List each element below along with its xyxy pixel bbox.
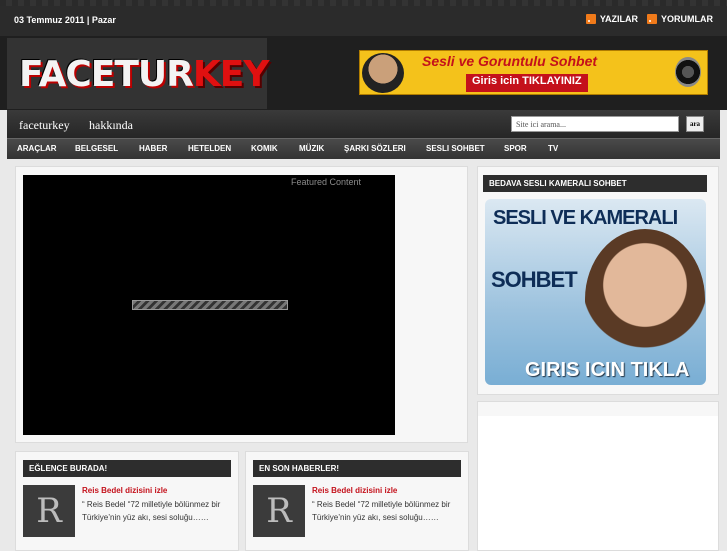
loading-bar xyxy=(132,300,288,310)
logo-text-red: KEY xyxy=(192,54,270,95)
category-hetelden[interactable]: HETELDEN xyxy=(188,144,231,153)
nav-link-faceturkey[interactable]: faceturkey xyxy=(19,118,70,133)
ad-line-2: SOHBET xyxy=(491,267,578,292)
post-title-link[interactable]: Reis Bedel dizisini izle xyxy=(82,486,167,495)
banner-woman-image xyxy=(362,53,404,93)
rss-icon xyxy=(585,14,596,24)
rss-icon xyxy=(647,14,657,24)
category-araclar[interactable]: ARAÇLAR xyxy=(17,144,57,153)
logo-text-white: FACETUR xyxy=(19,54,194,95)
ad-line-1: SESLI VE KAMERALI xyxy=(493,207,678,229)
post-title-link[interactable]: Reis Bedel dizisini izle xyxy=(312,486,397,495)
category-tv[interactable]: TV xyxy=(548,144,558,153)
category-belgesel[interactable]: BELGESEL xyxy=(75,144,118,153)
category-komik[interactable]: KOMIK xyxy=(251,144,278,153)
search-button[interactable]: ara xyxy=(686,116,704,132)
chat-banner-ad[interactable]: Sesli ve Goruntulu Sohbet Giris icin TIK… xyxy=(359,50,708,95)
search-input[interactable]: Site ici arama... xyxy=(511,116,679,132)
category-sarki-sozleri[interactable]: ŞARKI SÖZLERI xyxy=(344,144,406,153)
entertainment-heading: EĞLENCE BURADA! xyxy=(23,460,231,477)
posts-feed-link[interactable]: YAZILAR xyxy=(585,14,638,24)
sidebar-widget-2 xyxy=(477,401,719,551)
logo-link[interactable]: FACETURKEY xyxy=(7,38,270,109)
banner-title: Sesli ve Goruntulu Sohbet xyxy=(422,53,598,69)
ad-line-3: GIRIS ICIN TIKLA xyxy=(525,359,690,381)
comments-feed-link[interactable]: YORUMLAR xyxy=(647,14,713,24)
featured-content-slider[interactable]: Featured Content xyxy=(23,175,395,435)
comments-feed-label: YORUMLAR xyxy=(661,14,713,24)
feed-links: YAZILAR YORUMLAR xyxy=(585,14,713,24)
sidebar-chat-ad[interactable]: SESLI VE KAMERALI SOHBET GIRIS ICIN TIKL… xyxy=(485,199,706,385)
sidebar-heading: BEDAVA SESLI KAMERALI SOHBET xyxy=(483,175,707,192)
webcam-icon xyxy=(675,57,701,87)
post-thumbnail[interactable]: R xyxy=(23,485,75,537)
ad-woman-headset-image xyxy=(585,229,705,369)
category-sesli-sohbet[interactable]: SESLI SOHBET xyxy=(426,144,485,153)
category-muzik[interactable]: MÜZIK xyxy=(299,144,324,153)
post-excerpt: “ Reis Bedel “72 milletiyle bölünmez bir… xyxy=(82,500,221,522)
posts-feed-label: YAZILAR xyxy=(599,14,638,24)
site-logo: FACETURKEY xyxy=(19,54,270,95)
post-thumbnail[interactable]: R xyxy=(253,485,305,537)
date-label: 03 Temmuz 2011 | Pazar xyxy=(14,15,116,25)
post-excerpt: “ Reis Bedel “72 milletiyle bölünmez bir… xyxy=(312,500,451,522)
nav-link-hakkinda[interactable]: hakkında xyxy=(89,118,133,133)
category-spor[interactable]: SPOR xyxy=(504,144,527,153)
featured-content-label: Featured Content xyxy=(291,177,362,187)
sidebar-widget-2-body xyxy=(478,416,718,550)
category-nav: ARAÇLAR BELGESEL HABER HETELDEN KOMIK MÜ… xyxy=(7,138,720,159)
site-header: FACETURKEY Sesli ve Goruntulu Sohbet Gir… xyxy=(0,36,727,110)
latest-news-heading: EN SON HABERLER! xyxy=(253,460,461,477)
top-bar: 03 Temmuz 2011 | Pazar YAZILAR YORUMLAR xyxy=(0,6,727,36)
category-haber[interactable]: HABER xyxy=(139,144,167,153)
banner-cta: Giris icin TIKLAYINIZ xyxy=(466,74,588,92)
